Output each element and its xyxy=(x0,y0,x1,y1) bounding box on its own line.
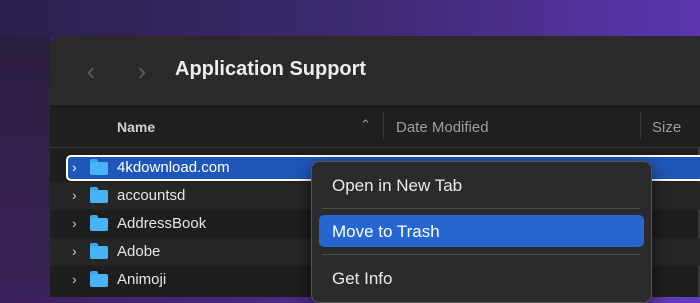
menu-item-open-in-new-tab[interactable]: Open in New Tab xyxy=(319,169,644,201)
forward-button[interactable]: › xyxy=(127,56,157,86)
folder-icon xyxy=(90,159,108,175)
column-header: Name ⌃ Date Modified Size xyxy=(50,107,700,148)
menu-separator xyxy=(322,254,640,255)
folder-icon xyxy=(90,215,108,231)
menu-item-label: Move to Trash xyxy=(332,222,440,241)
column-divider[interactable] xyxy=(383,113,384,139)
file-name: AddressBook xyxy=(117,215,207,232)
sort-chevron-icon: ⌃ xyxy=(360,117,371,132)
disclosure-chevron-icon[interactable]: › xyxy=(72,271,77,287)
back-button[interactable]: ‹ xyxy=(76,56,106,86)
folder-icon xyxy=(90,271,108,287)
menu-item-label: Open in New Tab xyxy=(332,176,463,195)
menu-item-move-to-trash[interactable]: Move to Trash xyxy=(319,215,644,247)
file-name: accountsd xyxy=(117,187,186,204)
file-name: 4kdownload.com xyxy=(117,159,230,176)
disclosure-chevron-icon[interactable]: › xyxy=(72,159,77,175)
desktop-wallpaper-top xyxy=(0,0,700,36)
disclosure-chevron-icon[interactable]: › xyxy=(72,215,77,231)
toolbar: ‹ › Application Support xyxy=(50,36,700,107)
file-name: Adobe xyxy=(117,243,161,260)
context-menu: Open in New Tab Move to Trash Get Info xyxy=(311,161,652,303)
disclosure-chevron-icon[interactable]: › xyxy=(72,243,77,259)
column-name-header[interactable]: Name xyxy=(117,119,155,135)
column-date-modified-header[interactable]: Date Modified xyxy=(396,119,489,136)
window-title: Application Support xyxy=(175,58,367,80)
disclosure-chevron-icon[interactable]: › xyxy=(72,187,77,203)
folder-icon xyxy=(90,243,108,259)
column-size-header[interactable]: Size xyxy=(652,119,681,136)
folder-icon xyxy=(90,187,108,203)
desktop-wallpaper-left xyxy=(0,36,50,297)
menu-item-label: Get Info xyxy=(332,269,393,288)
file-name: Animoji xyxy=(117,271,167,288)
menu-separator xyxy=(322,208,640,209)
menu-item-get-info[interactable]: Get Info xyxy=(319,262,644,294)
column-divider[interactable] xyxy=(640,113,641,139)
